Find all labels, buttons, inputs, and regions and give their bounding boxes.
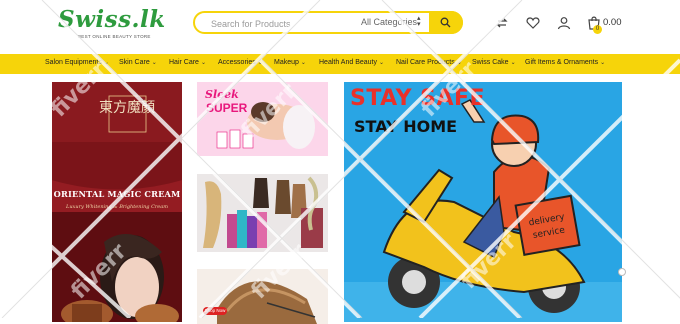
sleek-super-banner[interactable]: Sleek SUPER (197, 82, 328, 156)
chevron-down-icon: ⌄ (379, 60, 385, 66)
nav-item-hair-care[interactable]: Hair Care ⌄ (169, 59, 206, 66)
compare-icon[interactable] (495, 16, 509, 30)
hair-products-art (197, 269, 328, 324)
user-icon[interactable] (557, 16, 571, 30)
search-bar: All Categories ▴▾ (193, 11, 463, 34)
search-icon (440, 17, 451, 28)
logo-text: Swiss.lk (58, 6, 166, 33)
select-arrows-icon: ▴ ▾ (417, 15, 421, 28)
logo-tagline: BEST ONLINE BEAUTY STORE (78, 34, 151, 39)
oriental-chinese-text: 東方魔顏 (99, 99, 155, 116)
sleek-brand: Sleek (205, 88, 239, 101)
category-select[interactable]: All Categories (361, 17, 417, 27)
hair-extensions-banner[interactable] (197, 174, 328, 252)
nav-item-swiss-cake[interactable]: Swiss Cake ⌄ (472, 59, 516, 66)
stay-safe-delivery-banner[interactable]: delivery service STAY SAFE STAY HOME (344, 82, 622, 322)
nav-item-health-and-beauty[interactable]: Health And Beauty ⌄ (319, 59, 384, 66)
oriental-subtitle: Luxury Whitening & Brightening Cream (66, 204, 168, 210)
shop-now-button[interactable]: Shop Now (203, 307, 227, 315)
chevron-down-icon: ⌄ (510, 60, 516, 66)
chevron-down-icon: ⌄ (257, 60, 263, 66)
main-nav: Salon Equipments ⌄ Skin Care ⌄ Hair Care ⌄ … (0, 54, 680, 74)
chevron-down-icon: ⌄ (151, 60, 157, 66)
oriental-magic-cream-banner[interactable]: 東方魔顏 ORIENTAL MAGIC CREAM Luxury Whiteni… (52, 82, 182, 322)
nav-item-salon-equipments[interactable]: Salon Equipments ⌄ (45, 59, 109, 66)
chevron-down-icon: ⌄ (456, 60, 462, 66)
chevron-down-icon: ⌄ (600, 60, 606, 66)
chevron-down-icon: ⌄ (300, 60, 306, 66)
nav-item-gift-items[interactable]: Gift Items & Ornaments ⌄ (525, 59, 605, 66)
heart-icon[interactable] (526, 16, 540, 30)
sleek-super-label: SUPER (206, 101, 248, 115)
nav-item-skin-care[interactable]: Skin Care ⌄ (119, 59, 157, 66)
cart-count-badge: 0 (593, 25, 602, 34)
nav-item-accessories[interactable]: Accessories ⌄ (218, 59, 263, 66)
oriental-banner-art: 東方魔顏 (52, 82, 182, 322)
hair-products-banner[interactable]: Shop Now (197, 269, 328, 324)
hair-extensions-art (197, 174, 328, 252)
cart-total[interactable]: 0.00 (603, 17, 622, 28)
stay-home-subline: STAY HOME (354, 117, 458, 136)
search-input[interactable] (209, 16, 353, 32)
chevron-down-icon: ⌄ (103, 60, 109, 66)
nav-item-nail-care-products[interactable]: Nail Care Products ⌄ (396, 59, 462, 66)
site-header: Swiss.lk BEST ONLINE BEAUTY STORE All Ca… (0, 0, 680, 54)
search-button[interactable] (429, 11, 463, 34)
site-logo[interactable]: Swiss.lk BEST ONLINE BEAUTY STORE (58, 6, 165, 42)
nav-item-makeup[interactable]: Makeup ⌄ (274, 59, 306, 66)
scroll-indicator[interactable] (618, 268, 626, 276)
oriental-title: ORIENTAL MAGIC CREAM (53, 189, 181, 199)
stay-safe-headline: STAY SAFE (350, 86, 486, 111)
chevron-down-icon: ⌄ (200, 60, 206, 66)
